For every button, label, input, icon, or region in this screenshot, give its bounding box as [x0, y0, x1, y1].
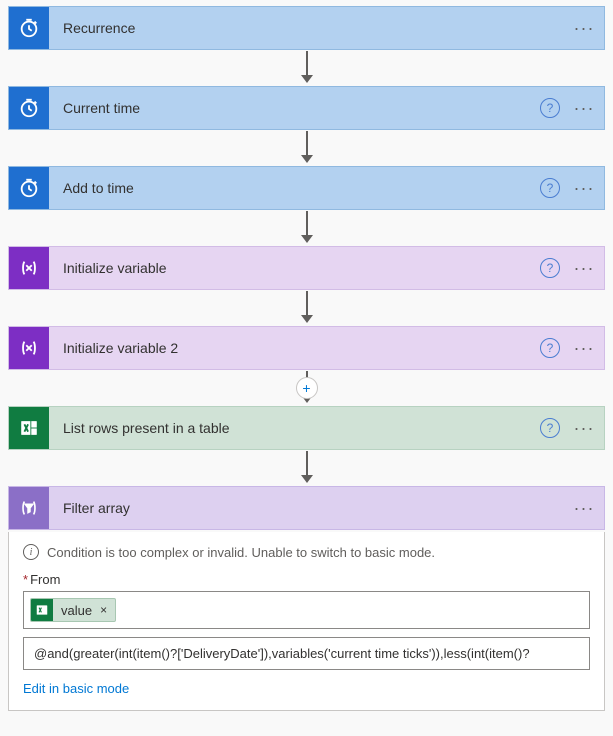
from-input[interactable]: value ×: [23, 591, 590, 629]
menu-icon[interactable]: ···: [568, 418, 600, 439]
step-recurrence[interactable]: Recurrence ···: [8, 6, 605, 50]
step-initialize-variable-2[interactable]: Initialize variable 2 ? ···: [8, 326, 605, 370]
connector-arrow: [6, 290, 607, 326]
step-title: Filter array: [49, 500, 568, 516]
excel-icon: [31, 599, 53, 621]
help-icon[interactable]: ?: [540, 98, 560, 118]
help-icon[interactable]: ?: [540, 338, 560, 358]
info-icon: i: [23, 544, 39, 560]
step-title: Current time: [49, 100, 540, 116]
variable-icon: [9, 327, 49, 369]
clock-icon: [9, 167, 49, 209]
variable-icon: [9, 247, 49, 289]
menu-icon[interactable]: ···: [568, 178, 600, 199]
step-current-time[interactable]: Current time ? ···: [8, 86, 605, 130]
excel-icon: [9, 407, 49, 449]
expression-input[interactable]: @and(greater(int(item()?['DeliveryDate']…: [23, 637, 590, 670]
menu-icon[interactable]: ···: [568, 498, 600, 519]
help-icon[interactable]: ?: [540, 258, 560, 278]
clock-icon: [9, 7, 49, 49]
filter-array-panel: i Condition is too complex or invalid. U…: [8, 532, 605, 711]
connector-arrow: [6, 50, 607, 86]
clock-icon: [9, 87, 49, 129]
token-label: value: [53, 603, 100, 618]
from-label: *From: [23, 572, 590, 587]
connector-arrow: [6, 130, 607, 166]
connector-arrow: +: [6, 370, 607, 406]
add-step-button[interactable]: +: [296, 377, 318, 399]
step-title: List rows present in a table: [49, 420, 540, 436]
info-message: i Condition is too complex or invalid. U…: [23, 544, 590, 560]
info-text: Condition is too complex or invalid. Una…: [47, 545, 435, 560]
menu-icon[interactable]: ···: [568, 258, 600, 279]
menu-icon[interactable]: ···: [568, 338, 600, 359]
step-initialize-variable[interactable]: Initialize variable ? ···: [8, 246, 605, 290]
step-title: Initialize variable 2: [49, 340, 540, 356]
help-icon[interactable]: ?: [540, 178, 560, 198]
connector-arrow: [6, 450, 607, 486]
value-token[interactable]: value ×: [30, 598, 116, 622]
step-add-to-time[interactable]: Add to time ? ···: [8, 166, 605, 210]
step-title: Add to time: [49, 180, 540, 196]
step-list-rows[interactable]: List rows present in a table ? ···: [8, 406, 605, 450]
filter-icon: [9, 487, 49, 529]
connector-arrow: [6, 210, 607, 246]
help-icon[interactable]: ?: [540, 418, 560, 438]
step-title: Initialize variable: [49, 260, 540, 276]
required-marker: *: [23, 572, 28, 587]
edit-basic-mode-link[interactable]: Edit in basic mode: [23, 681, 129, 696]
remove-token-icon[interactable]: ×: [100, 603, 115, 617]
step-title: Recurrence: [49, 20, 568, 36]
menu-icon[interactable]: ···: [568, 98, 600, 119]
step-filter-array[interactable]: Filter array ···: [8, 486, 605, 530]
menu-icon[interactable]: ···: [568, 18, 600, 39]
